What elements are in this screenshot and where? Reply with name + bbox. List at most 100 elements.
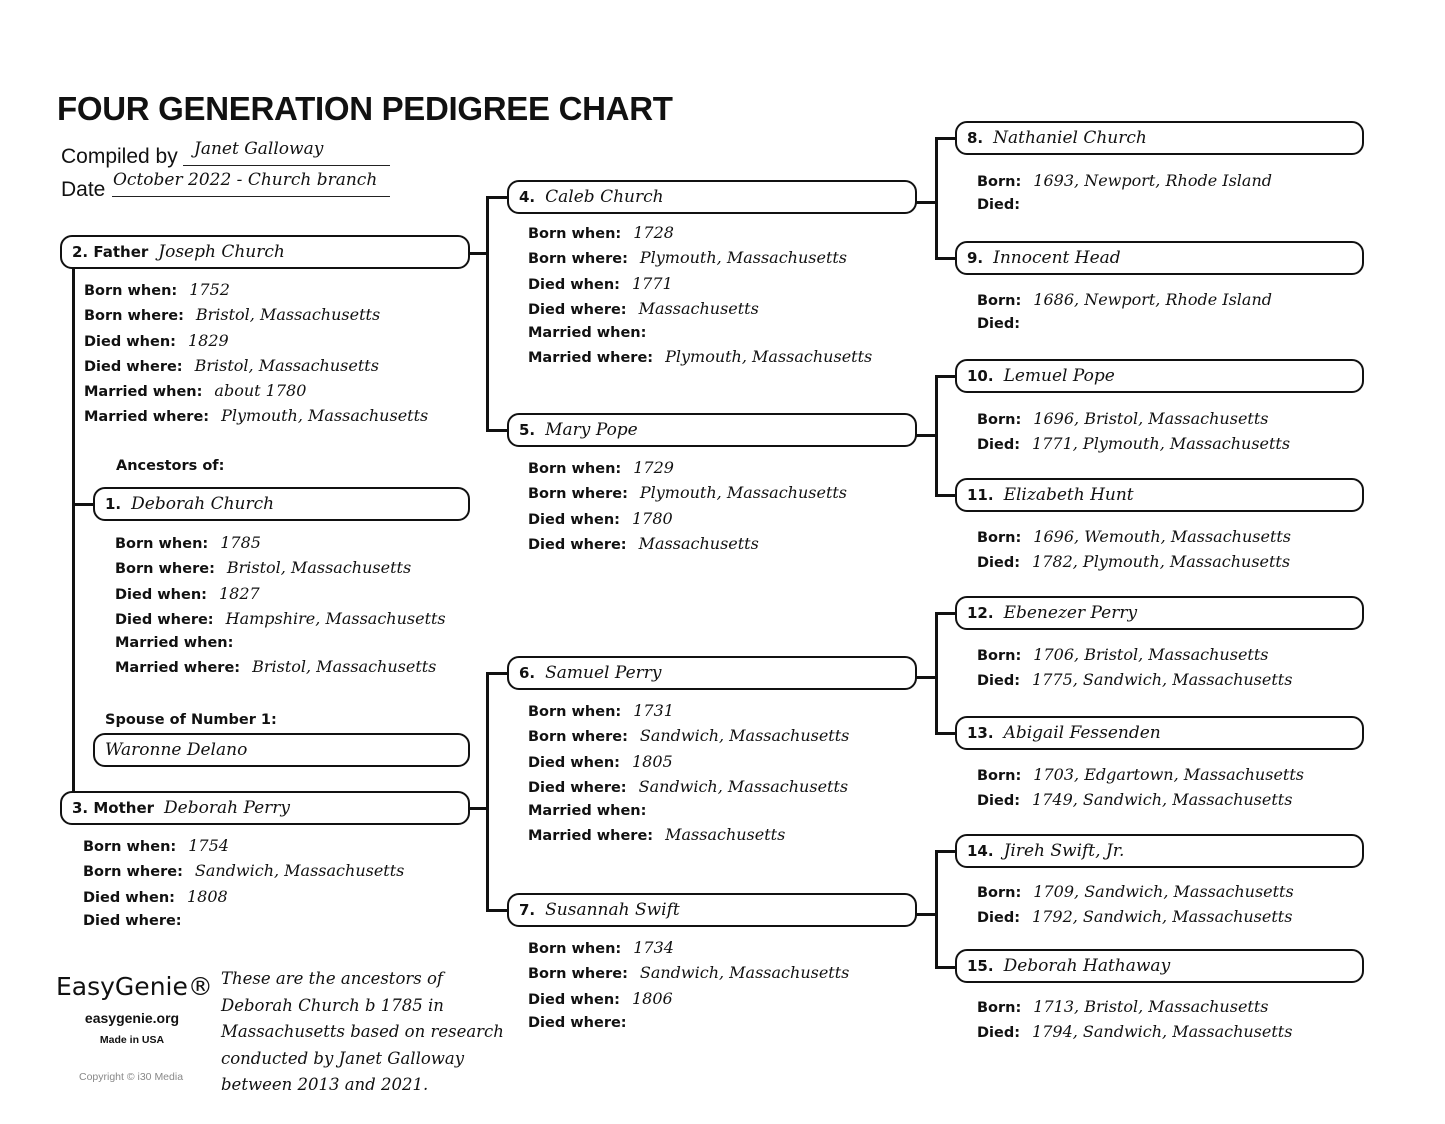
born-when-label: Born when: [528, 461, 622, 477]
married-where-label: Married where: [84, 409, 210, 426]
died-label: Died: [977, 316, 1021, 333]
connector-spine-p12-p13 [935, 612, 938, 734]
died-label: Died: [977, 1025, 1021, 1042]
born-value: 1706, Bristol, Massachusetts [1033, 645, 1269, 664]
person-box-8[interactable]: 8. Nathaniel Church [955, 121, 1364, 155]
person-box-3-mother[interactable]: 3. Mother Deborah Perry [60, 791, 470, 825]
person-box-15[interactable]: 15. Deborah Hathaway [955, 949, 1364, 983]
person-box-10[interactable]: 10. Lemuel Pope [955, 359, 1364, 393]
died-when-label: Died when: [528, 511, 620, 528]
married-where-value: Plymouth, Massachusetts [665, 347, 873, 367]
connector-to-p6 [486, 672, 508, 675]
married-when-label: Married when: [115, 635, 234, 652]
born-where-label: Born where: [528, 251, 628, 268]
person-details-10: Born: 1696, Bristol, Massachusetts Died: 1… [977, 407, 1290, 458]
compiled-by-label: Compiled by [61, 145, 178, 168]
born-label: Born: [977, 293, 1022, 309]
died-when-label: Died when: [84, 333, 176, 350]
person-details-6: Born when: 1731 Born where: Sandwich, Mass… [528, 699, 849, 849]
person-box-14[interactable]: 14. Jireh Swift, Jr. [955, 834, 1364, 868]
person-box-4[interactable]: 4. Caleb Church [507, 180, 917, 214]
person-name: Samuel Perry [545, 663, 662, 683]
person-box-6[interactable]: 6. Samuel Perry [507, 656, 917, 690]
married-where-label: Married where: [115, 660, 241, 677]
died-when-label: Died when: [528, 754, 620, 771]
person-number: 6. [519, 664, 536, 682]
person-number: 13. [967, 724, 994, 742]
married-when-label: Married when: [528, 325, 647, 342]
connector-spine-p10-p11 [935, 375, 938, 496]
person-box-13[interactable]: 13. Abigail Fessenden [955, 716, 1364, 750]
spouse-box[interactable]: Waronne Delano [93, 733, 470, 767]
died-label: Died: [977, 197, 1021, 214]
person-number: 8. [967, 129, 984, 147]
born-label: Born: [977, 412, 1022, 428]
connector-to-p1 [72, 503, 94, 506]
married-where-value: Massachusetts [665, 825, 786, 845]
born-where-label: Born where: [83, 864, 183, 881]
person-box-9[interactable]: 9. Innocent Head [955, 241, 1364, 275]
connector-spine-p14-p15 [935, 850, 938, 968]
born-where-value: Sandwich, Massachusetts [639, 963, 850, 983]
died-where-value: Massachusetts [638, 533, 759, 553]
born-where-value: Sandwich, Massachusetts [194, 861, 405, 881]
person-number: 10. [967, 367, 994, 385]
connector-to-p7 [486, 909, 508, 912]
died-where-value: Sandwich, Massachusetts [638, 776, 849, 796]
married-when-label: Married when: [84, 384, 203, 401]
born-label: Born: [977, 768, 1022, 784]
person-number: 14. [967, 842, 994, 860]
died-value: 1794, Sandwich, Massachusetts [1032, 1022, 1293, 1042]
research-note: These are the ancestors of Deborah Churc… [221, 969, 504, 1094]
died-where-label: Died where: [115, 611, 214, 628]
person-box-7[interactable]: 7. Susannah Swift [507, 893, 917, 927]
born-where-label: Born where: [528, 729, 628, 746]
born-when-value: 1729 [633, 458, 674, 477]
person-name: Lemuel Pope [1003, 366, 1115, 386]
person-box-1[interactable]: 1. Deborah Church [93, 487, 470, 521]
connector-to-p12 [935, 612, 957, 615]
brand-url[interactable]: easygenie.org [82, 1010, 182, 1026]
born-where-value: Bristol, Massachusetts [226, 558, 412, 578]
person-box-5[interactable]: 5. Mary Pope [507, 413, 917, 447]
died-value: 1782, Plymouth, Massachusetts [1032, 552, 1291, 572]
connector-p5-out [916, 434, 936, 437]
person-number: 12. [967, 604, 994, 622]
died-when-label: Died when: [83, 889, 175, 906]
married-where-label: Married where: [528, 828, 654, 845]
made-in-label: Made in USA [99, 1034, 165, 1046]
born-when-value: 1754 [188, 836, 229, 855]
date-label: Date [61, 178, 106, 201]
connector-to-p13 [935, 732, 957, 735]
person-details-2: Born when: 1752 Born where: Bristol, Massa… [84, 278, 428, 430]
died-when-value: 1771 [631, 273, 673, 293]
died-when-label: Died when: [115, 586, 207, 603]
person-box-12[interactable]: 12. Ebenezer Perry [955, 596, 1364, 630]
person-name: Caleb Church [545, 187, 664, 207]
person-details-3: Born when: 1754 Born where: Sandwich, Mass… [83, 834, 404, 933]
died-where-label: Died where: [84, 358, 183, 375]
born-when-label: Born when: [84, 283, 178, 299]
born-value: 1703, Edgartown, Massachusetts [1033, 765, 1304, 784]
person-number: 3. Mother [72, 799, 155, 817]
born-label: Born: [977, 530, 1022, 546]
person-box-11[interactable]: 11. Elizabeth Hunt [955, 478, 1364, 512]
died-where-value: Bristol, Massachusetts [194, 355, 379, 375]
connector-spine-p8-p9 [935, 137, 938, 259]
connector-spine-gen2 [72, 268, 75, 810]
died-value: 1792, Sandwich, Massachusetts [1032, 907, 1293, 927]
person-details-9: Born: 1686, Newport, Rhode Island Died: [977, 288, 1272, 337]
connector-p3-out [469, 807, 487, 810]
died-when-value: 1829 [187, 330, 229, 350]
born-where-value: Plymouth, Massachusetts [639, 248, 848, 268]
person-name: Deborah Hathaway [1003, 956, 1171, 976]
spouse-name: Waronne Delano [105, 740, 248, 760]
married-where-value: Plymouth, Massachusetts [221, 406, 429, 426]
born-label: Born: [977, 1000, 1022, 1016]
born-where-label: Born where: [528, 486, 628, 503]
died-where-label: Died where: [528, 779, 627, 796]
person-number: 9. [967, 249, 984, 267]
died-label: Died: [977, 673, 1021, 690]
died-when-value: 1808 [186, 886, 228, 906]
person-box-2-father[interactable]: 2. Father Joseph Church [60, 235, 470, 269]
